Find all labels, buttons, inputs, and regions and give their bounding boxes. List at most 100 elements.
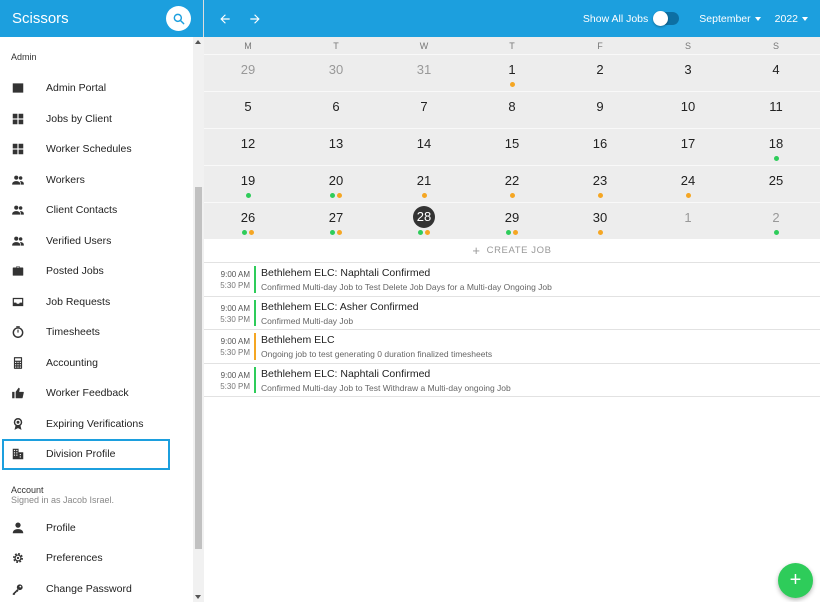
calendar-day[interactable]: 22 [468, 166, 556, 202]
day-number: 3 [684, 62, 692, 77]
sidebar-item-worker-feedback[interactable]: Worker Feedback [0, 378, 203, 409]
calendar-week-row: 5 6 7 8 9 10 11 [204, 91, 820, 128]
calendar-day[interactable]: 19 [204, 166, 292, 202]
calendar-day[interactable]: 21 [380, 166, 468, 202]
calendar-day[interactable]: 6 [292, 92, 380, 128]
green-dot [245, 193, 251, 198]
calendar-day[interactable]: 30 [292, 55, 380, 91]
calendar-day[interactable]: 13 [292, 129, 380, 165]
job-start-time: 9:00 AM [220, 337, 250, 346]
day-number: 2 [596, 62, 604, 77]
calendar-day[interactable]: 7 [380, 92, 468, 128]
calendar-day[interactable]: 1 [468, 55, 556, 91]
calendar-day-today[interactable]: 28 [380, 203, 468, 239]
calendar-day[interactable]: 4 [732, 55, 820, 91]
weekday-label: T [509, 40, 515, 51]
calendar-day[interactable]: 17 [644, 129, 732, 165]
green-dot [330, 230, 335, 235]
sidebar-item-posted-jobs[interactable]: Posted Jobs [0, 256, 203, 287]
sidebar-item-accounting[interactable]: Accounting [0, 348, 203, 379]
sidebar-item-label: Profile [46, 521, 76, 534]
calendar-day[interactable]: 25 [732, 166, 820, 202]
calendar-day[interactable]: 2 [732, 203, 820, 239]
sidebar-item-profile[interactable]: Profile [0, 513, 203, 544]
green-dot [773, 156, 779, 161]
add-job-fab[interactable]: + [778, 563, 813, 598]
scroll-down-arrow[interactable] [195, 595, 201, 599]
job-end-time: 5:30 PM [220, 381, 250, 391]
sidebar-item-verified-users[interactable]: Verified Users [0, 226, 203, 257]
prev-month-button[interactable] [216, 10, 234, 28]
scroll-up-arrow[interactable] [195, 40, 201, 44]
sidebar-item-label: Job Requests [46, 295, 111, 308]
search-button[interactable] [166, 6, 191, 31]
calendar-day[interactable]: 18 [732, 129, 820, 165]
job-end-time: 5:30 PM [220, 281, 250, 290]
job-description: Confirmed Multi-day Job to Test Withdraw… [261, 382, 511, 393]
sidebar-item-admin-portal[interactable]: Admin Portal [0, 73, 203, 104]
calendar-day[interactable]: 26 [204, 203, 292, 239]
calendar-day[interactable]: 31 [380, 55, 468, 91]
calendar-day[interactable]: 2 [556, 55, 644, 91]
job-start-time: 9:00 AM [220, 370, 250, 380]
month-select[interactable]: September [699, 13, 761, 25]
calendar-day[interactable]: 20 [292, 166, 380, 202]
calendar-day[interactable]: 27 [292, 203, 380, 239]
sidebar-item-label: Posted Jobs [46, 265, 104, 278]
calendar-day[interactable]: 9 [556, 92, 644, 128]
show-all-jobs-toggle[interactable] [653, 11, 680, 26]
scrollbar-thumb[interactable] [195, 187, 202, 549]
orange-dot [509, 82, 515, 87]
day-number: 7 [420, 99, 428, 114]
sidebar-item-timesheets[interactable]: Timesheets [0, 317, 203, 348]
calendar-day[interactable]: 15 [468, 129, 556, 165]
calendar-day[interactable]: 10 [644, 92, 732, 128]
calendar-day[interactable]: 23 [556, 166, 644, 202]
job-start-time: 9:00 AM [220, 303, 250, 313]
job-list-item[interactable]: 9:00 AM 5:30 PM Bethlehem ELC: Asher Confi… [204, 297, 820, 330]
calendar-day[interactable]: 16 [556, 129, 644, 165]
sidebar-item-label: Admin Portal [46, 82, 107, 95]
job-list-item[interactable]: 9:00 AM 5:30 PM Bethlehem ELC: Naphtali Co… [204, 263, 820, 297]
sidebar-item-division-profile[interactable]: Division Profile [2, 439, 170, 470]
sidebar-item-expiring-verifications[interactable]: Expiring Verifications [0, 409, 203, 440]
sidebar-item-label: Preferences [46, 552, 103, 565]
green-dot [418, 230, 423, 235]
chevron-down-icon [802, 16, 808, 21]
calendar-day[interactable]: 1 [644, 203, 732, 239]
toggle-knob [653, 11, 669, 26]
sidebar-item-workers[interactable]: Workers [0, 165, 203, 196]
year-select[interactable]: 2022 [775, 13, 808, 25]
calendar-day[interactable]: 8 [468, 92, 556, 128]
sidebar-item-job-requests[interactable]: Job Requests [0, 287, 203, 318]
calendar-day[interactable]: 24 [644, 166, 732, 202]
calendar-week-row: 19 20 21 22 23 24 25 [204, 165, 820, 202]
sidebar-scrollbar[interactable] [193, 37, 204, 602]
sidebar-item-change-password[interactable]: Change Password [0, 574, 203, 602]
day-number: 18 [768, 136, 784, 151]
calendar-day[interactable]: 12 [204, 129, 292, 165]
sidebar-item-worker-schedules[interactable]: Worker Schedules [0, 134, 203, 165]
job-title: Bethlehem ELC: Naphtali Confirmed [261, 367, 431, 380]
job-list-item[interactable]: 9:00 AM 5:30 PM Bethlehem ELC Ongoing job t… [204, 330, 820, 364]
next-month-button[interactable] [246, 10, 264, 28]
job-indicator-dots [732, 156, 820, 161]
calendar-day[interactable]: 14 [380, 129, 468, 165]
calendar-day[interactable]: 29 [468, 203, 556, 239]
calendar-day[interactable]: 5 [204, 92, 292, 128]
sidebar-item-jobs-by-client[interactable]: Jobs by Client [0, 104, 203, 135]
grid-icon [11, 142, 25, 156]
job-indicator-dots [380, 193, 468, 198]
sidebar-item-preferences[interactable]: Preferences [0, 543, 203, 574]
job-list-item[interactable]: 9:00 AM 5:30 PM Bethlehem ELC: Naphtali Co… [204, 364, 820, 397]
calendar-day[interactable]: 29 [204, 55, 292, 91]
weekday-header: MTWTFSS [204, 37, 820, 54]
calendar-day[interactable]: 3 [644, 55, 732, 91]
calendar-day[interactable]: 30 [556, 203, 644, 239]
weekday-label: F [597, 40, 603, 51]
calendar-day[interactable]: 11 [732, 92, 820, 128]
day-number: 29 [240, 62, 256, 77]
sidebar-item-client-contacts[interactable]: Client Contacts [0, 195, 203, 226]
create-job-button[interactable]: + CREATE JOB [204, 239, 820, 263]
day-number: 4 [772, 62, 780, 77]
